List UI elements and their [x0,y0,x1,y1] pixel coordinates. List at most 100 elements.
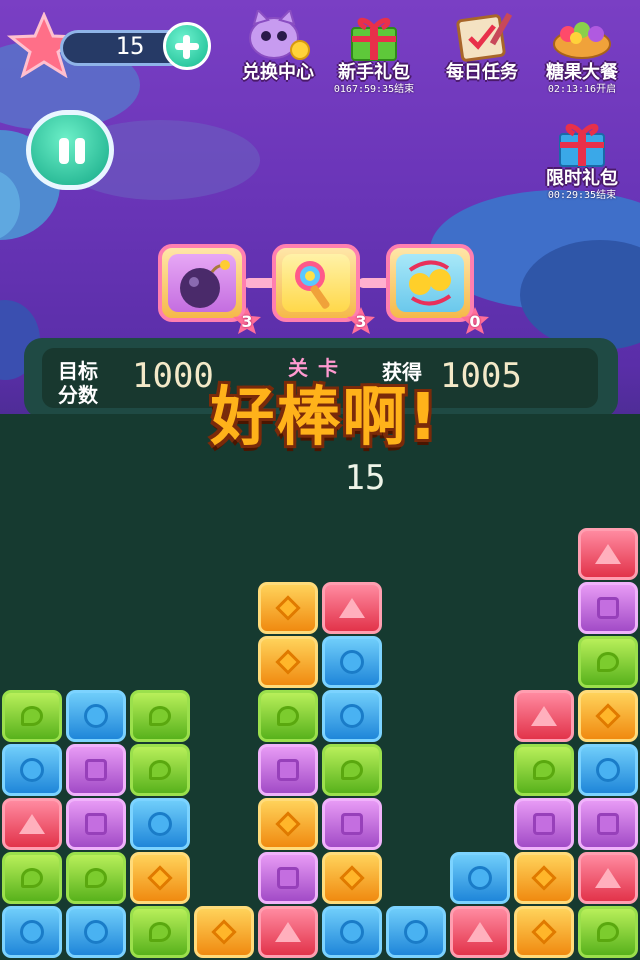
purple-block[interactable] [322,798,382,850]
purple-block-symbol [85,813,107,835]
red-block[interactable] [2,798,62,850]
blue-block-symbol [340,650,364,674]
purple-block[interactable] [258,852,318,904]
pause-button[interactable] [26,110,114,190]
purple-block[interactable] [66,744,126,796]
orange-block-symbol [339,865,365,891]
purple-block-symbol [277,759,299,781]
starter-pack-button[interactable]: 新手礼包 0167:59:35结束 [328,10,420,96]
orange-block[interactable] [258,582,318,634]
task-scroll-icon [450,10,514,62]
red-block[interactable] [258,906,318,958]
add-stars-button[interactable] [163,22,211,70]
green-block[interactable] [258,690,318,742]
green-block-symbol [149,706,171,726]
green-block-symbol [597,922,619,942]
wand-prop-button[interactable]: 3 [272,244,375,334]
blue-block-symbol [404,920,428,944]
green-block-symbol [533,760,555,780]
blue-block-symbol [20,920,44,944]
green-block[interactable] [322,744,382,796]
blue-block[interactable] [322,690,382,742]
purple-block[interactable] [578,798,638,850]
blue-block-symbol [340,704,364,728]
purple-block[interactable] [578,582,638,634]
star-count-value: 15 [115,32,145,60]
orange-block[interactable] [514,852,574,904]
green-block-symbol [21,868,43,888]
green-block-symbol [21,706,43,726]
green-block[interactable] [2,690,62,742]
green-block[interactable] [130,690,190,742]
starter-pack-label: 新手礼包 [338,62,410,83]
exchange-center-button[interactable]: 兑换中心 [232,8,324,84]
purple-block[interactable] [514,798,574,850]
blue-block[interactable] [322,906,382,958]
purple-block[interactable] [66,798,126,850]
prop-count-badge: 3 [232,306,262,336]
red-block[interactable] [578,852,638,904]
blue-block-symbol [20,758,44,782]
orange-block[interactable] [130,852,190,904]
green-block[interactable] [66,852,126,904]
limited-gift-label: 限时礼包 [546,168,618,189]
red-block[interactable] [450,906,510,958]
pause-icon [75,138,85,164]
green-block[interactable] [130,906,190,958]
blue-block[interactable] [2,744,62,796]
green-block-symbol [597,652,619,672]
green-block[interactable] [130,744,190,796]
starter-pack-timer: 0167:59:35结束 [333,84,415,95]
pause-icon [59,138,69,164]
daily-tasks-label: 每日任务 [446,62,518,83]
orange-block[interactable] [258,636,318,688]
green-block[interactable] [578,906,638,958]
blue-block[interactable] [450,852,510,904]
swap-icon [396,254,464,312]
orange-block[interactable] [194,906,254,958]
green-block[interactable] [2,852,62,904]
purple-block-symbol [597,597,619,619]
green-block[interactable] [514,744,574,796]
candy-feast-button[interactable]: 糖果大餐 02:13:16开启 [536,10,628,96]
blue-block[interactable] [322,636,382,688]
blue-block[interactable] [386,906,446,958]
purple-block[interactable] [258,744,318,796]
red-block-symbol [595,544,621,564]
blue-gift-icon [550,116,614,168]
bomb-prop-button[interactable]: 3 [158,244,261,334]
daily-tasks-button[interactable]: 每日任务 [436,10,528,84]
swap-count: 0 [469,312,481,331]
blue-block[interactable] [66,906,126,958]
wand-count: 3 [355,312,367,331]
red-block[interactable] [514,690,574,742]
prop-count-badge: 0 [460,306,490,336]
limited-gift-button[interactable]: 限时礼包 00:29:35结束 [536,116,628,202]
red-block[interactable] [578,528,638,580]
orange-block[interactable] [578,690,638,742]
blue-block[interactable] [578,744,638,796]
red-block[interactable] [322,582,382,634]
red-block-symbol [595,868,621,888]
target-score-label-2: 分数 [58,383,98,407]
red-block-symbol [339,598,365,618]
orange-block[interactable] [258,798,318,850]
orange-block[interactable] [322,852,382,904]
bomb-count: 3 [241,312,253,331]
blue-block-symbol [84,704,108,728]
orange-block[interactable] [514,906,574,958]
green-block-symbol [85,868,107,888]
green-block[interactable] [578,636,638,688]
orange-block-symbol [275,595,301,621]
candy-feast-timer: 02:13:16开启 [547,84,617,95]
candy-basket-icon [550,10,614,62]
bomb-icon [168,254,236,312]
blue-block[interactable] [130,798,190,850]
swap-prop-button[interactable]: 0 [386,244,489,334]
orange-block-symbol [531,865,557,891]
blue-block[interactable] [2,906,62,958]
blue-block-symbol [340,920,364,944]
orange-block-symbol [147,865,173,891]
blue-block[interactable] [66,690,126,742]
limited-gift-timer: 00:29:35结束 [547,190,617,201]
